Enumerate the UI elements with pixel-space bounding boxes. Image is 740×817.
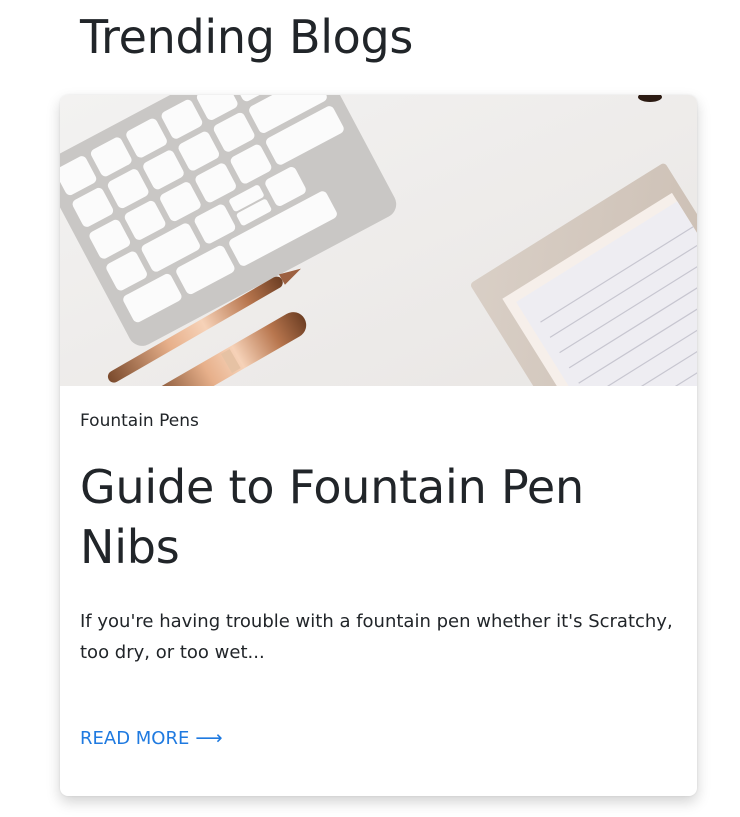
blog-card[interactable]: Fountain Pens Guide to Fountain Pen Nibs… [60, 95, 697, 796]
blog-title[interactable]: Guide to Fountain Pen Nibs [80, 457, 670, 577]
blog-excerpt: If you're having trouble with a fountain… [80, 611, 673, 663]
blog-category: Fountain Pens [80, 411, 199, 431]
section-title: Trending Blogs [80, 10, 414, 64]
read-more-link[interactable]: READ MORE ⟶ [80, 728, 223, 749]
read-more-label: READ MORE [80, 728, 190, 749]
blog-card-image[interactable] [60, 95, 697, 386]
arrow-right-icon: ⟶ [195, 727, 223, 749]
